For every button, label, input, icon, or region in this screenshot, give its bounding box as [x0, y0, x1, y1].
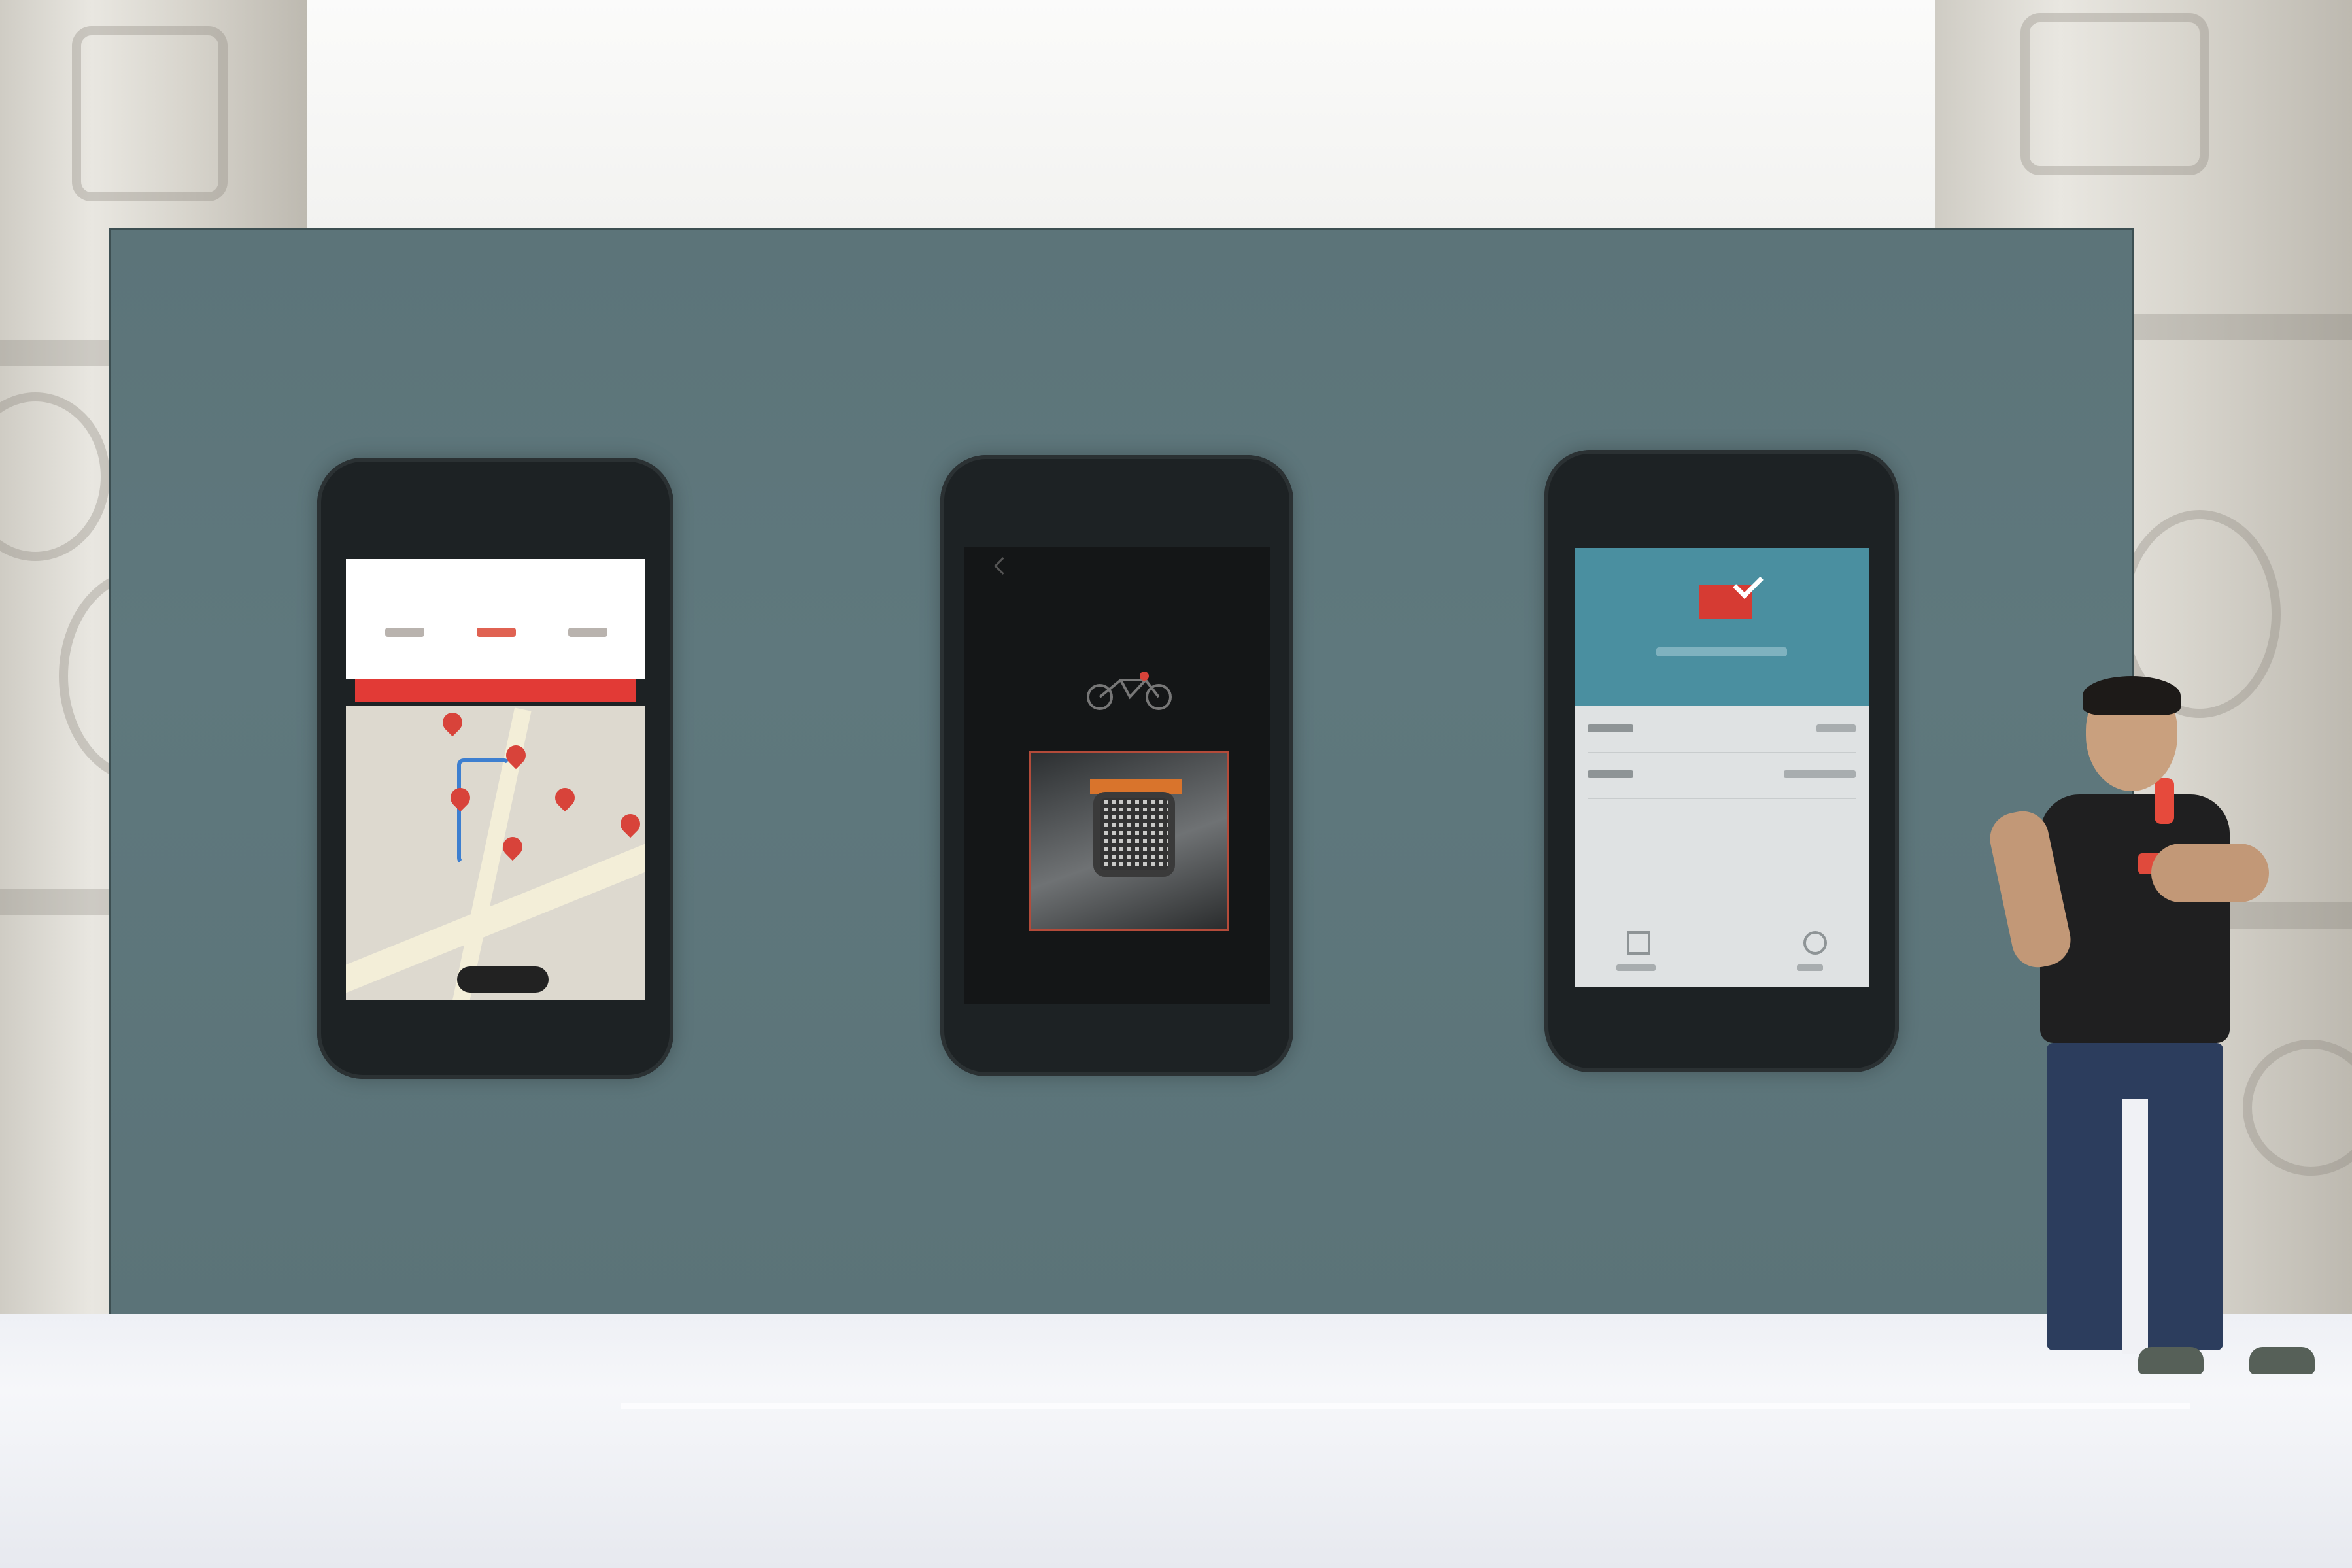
stat-time [385, 628, 424, 637]
qr-code-icon [1093, 792, 1175, 877]
microphone [2155, 778, 2174, 824]
projection-screen [111, 230, 2132, 1319]
share-label [1797, 964, 1823, 971]
presenter-tshirt [2040, 794, 2230, 1043]
report-button[interactable] [457, 966, 549, 993]
qr-scan-frame [1029, 751, 1229, 931]
map-screen [346, 559, 645, 1000]
scan-screen [964, 547, 1270, 1004]
feedback-label [1616, 964, 1656, 971]
payment-status [1656, 647, 1787, 656]
end-ride-button[interactable] [355, 679, 636, 702]
feedback-icon[interactable] [1627, 931, 1650, 955]
presenter-shoe-left [2138, 1347, 2204, 1374]
stat-calories [568, 628, 607, 637]
payment-header [1575, 548, 1869, 706]
stat-distance [477, 628, 516, 637]
payment-screen [1575, 548, 1869, 987]
trip-stats [346, 595, 645, 679]
payment-details [1575, 706, 1869, 987]
detail-row-time [1588, 706, 1856, 753]
stage-light-edge [621, 1403, 2190, 1409]
share-icon[interactable] [1803, 931, 1827, 955]
phone-map [317, 458, 673, 1079]
leg-gap [2122, 1099, 2148, 1354]
presenter [1985, 676, 2315, 1386]
phone-payment [1544, 450, 1899, 1072]
presenter-arm [2151, 844, 2269, 902]
phone-scan [940, 455, 1293, 1076]
location-pin-icon[interactable] [551, 783, 579, 812]
stage-floor [0, 1314, 2352, 1568]
location-pin-icon[interactable] [616, 810, 645, 838]
location-pin-icon[interactable] [438, 708, 467, 737]
map-header [346, 559, 645, 596]
detail-row-balance [1588, 752, 1856, 799]
presenter-hair [2083, 676, 2181, 715]
presenter-shoe-right [2249, 1347, 2315, 1374]
bike-icon [1087, 672, 1172, 710]
map-view[interactable] [346, 706, 645, 1000]
back-icon[interactable] [994, 557, 1012, 575]
